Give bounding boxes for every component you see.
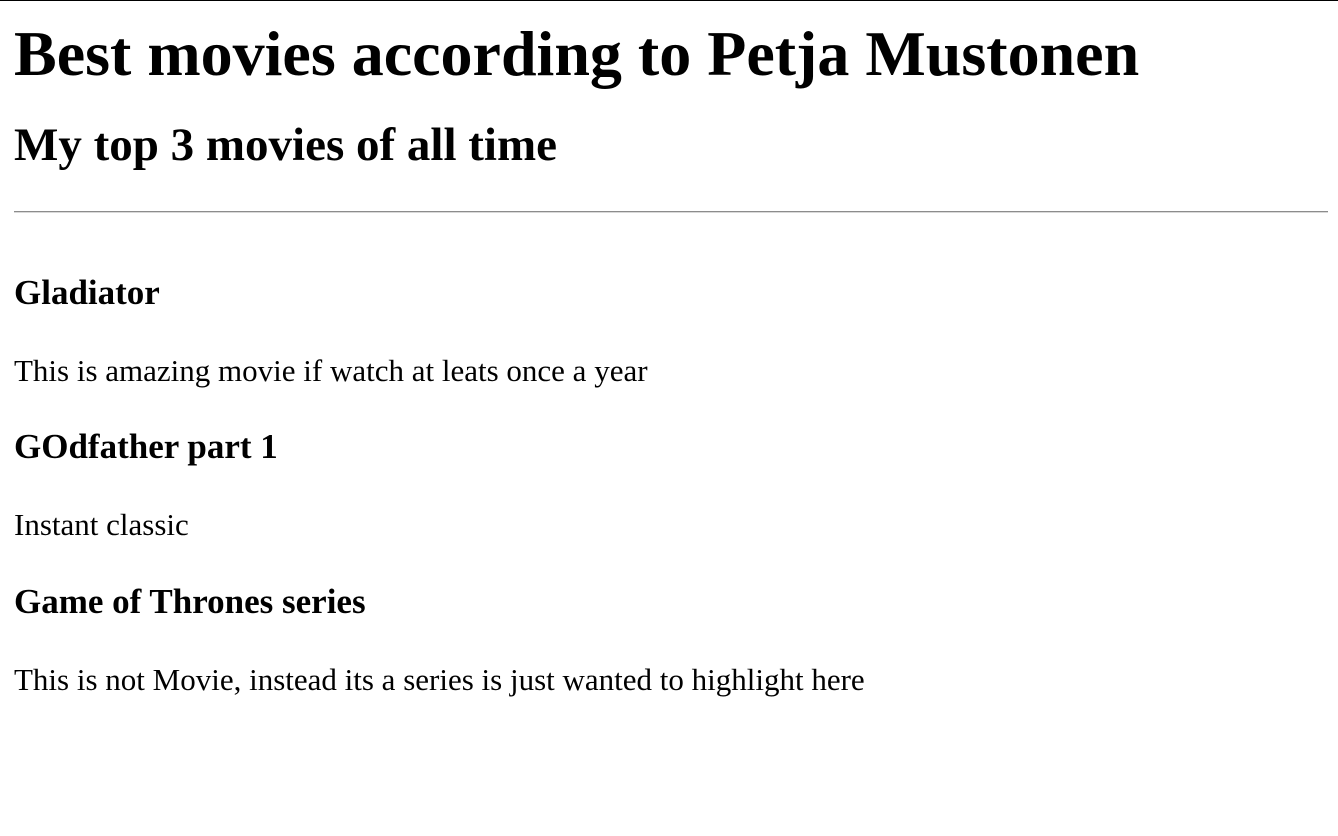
movie-description-godfather: Instant classic	[14, 509, 189, 540]
movie-title: Gladiator	[14, 273, 160, 312]
movie-description-game-of-thrones: This is not Movie, instead its a series …	[14, 664, 865, 695]
movie-item-gladiator: Gladiator	[14, 275, 160, 310]
page-title: Best movies according to Petja Mustonen	[14, 18, 1140, 89]
movie-title: GOdfather part 1	[14, 427, 278, 466]
movie-item-game-of-thrones: Game of Thrones series	[14, 584, 366, 619]
movie-description: This is amazing movie if watch at leats …	[14, 353, 648, 388]
movie-description: Instant classic	[14, 507, 189, 542]
section-divider	[14, 211, 1328, 213]
page-content: Best movies according to Petja Mustonen …	[14, 0, 1328, 695]
page-subtitle: My top 3 movies of all time	[14, 119, 558, 171]
movie-description: This is not Movie, instead its a series …	[14, 662, 865, 697]
movie-description-gladiator: This is amazing movie if watch at leats …	[14, 355, 648, 386]
movie-title: Game of Thrones series	[14, 582, 366, 621]
movie-item-godfather: GOdfather part 1	[14, 429, 278, 464]
